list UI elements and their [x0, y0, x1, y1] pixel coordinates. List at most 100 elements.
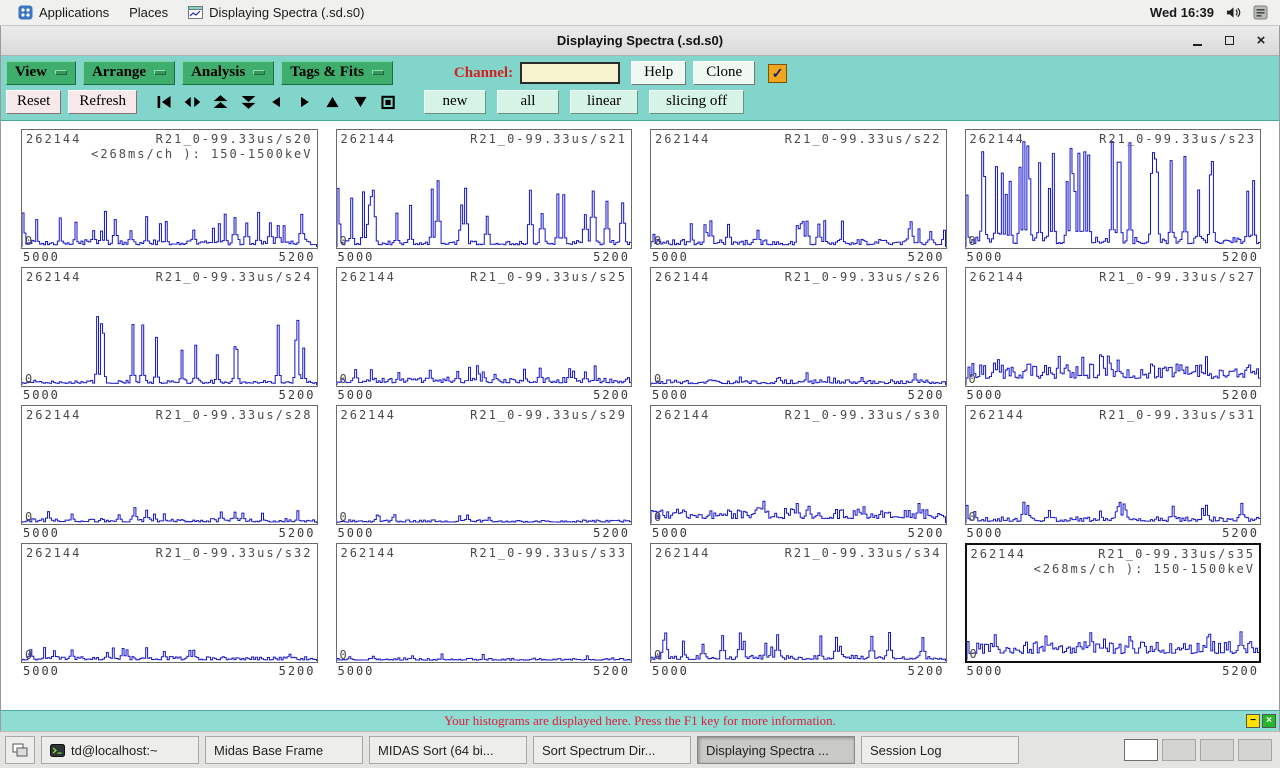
- plot-cell: 262144R21_0-99.33us/s30050005200: [650, 405, 947, 541]
- plot-counts-label: 262144: [970, 132, 1025, 146]
- plot-axis-row: 50005200: [965, 387, 1262, 403]
- close-button[interactable]: ×: [1253, 33, 1269, 49]
- axis-min-label: 5000: [967, 250, 1004, 265]
- plot-zero-label: 0: [25, 234, 32, 248]
- mode-buttons: newall linear slicing off: [424, 90, 744, 114]
- plot-title: R21_0-99.33us/s22: [785, 132, 942, 146]
- plots-grid: 262144R21_0-99.33us/s20<268ms/ch ): 150-…: [1, 121, 1279, 710]
- status-minimize-button[interactable]: −: [1246, 714, 1260, 728]
- spectrum-plot-s20[interactable]: 262144R21_0-99.33us/s20<268ms/ch ): 150-…: [21, 129, 318, 249]
- plot-axis-row: 50005200: [965, 249, 1262, 265]
- taskbar-item-label: td@localhost:~: [71, 743, 158, 758]
- plot-title: R21_0-99.33us/s29: [470, 408, 627, 422]
- all-button[interactable]: all: [497, 90, 559, 114]
- menu-view-button[interactable]: View: [6, 61, 76, 85]
- axis-max-label: 5200: [908, 664, 945, 679]
- status-close-button[interactable]: ×: [1262, 714, 1276, 728]
- plot-cell: 262144R21_0-99.33us/s27050005200: [965, 267, 1262, 403]
- nav-page-down-button[interactable]: [236, 92, 261, 112]
- spectrum-plot-s27[interactable]: 262144R21_0-99.33us/s270: [965, 267, 1262, 387]
- workspace-3[interactable]: [1200, 739, 1234, 761]
- channel-input[interactable]: [520, 62, 620, 84]
- taskbar-item-td-localhost[interactable]: td@localhost:~: [41, 736, 199, 764]
- places-menu[interactable]: Places: [119, 0, 178, 25]
- clone-button[interactable]: Clone: [693, 61, 755, 85]
- nav-up-button[interactable]: [320, 92, 345, 112]
- plot-axis-row: 50005200: [965, 525, 1262, 541]
- menu-analysis-button[interactable]: Analysis: [182, 61, 274, 85]
- applications-menu[interactable]: Applications: [8, 0, 119, 25]
- spectrum-trace: [22, 544, 317, 662]
- nav-page-up-button[interactable]: [208, 92, 233, 112]
- taskbar-item-midas-base-frame[interactable]: Midas Base Frame: [205, 736, 363, 764]
- plot-title: R21_0-99.33us/s34: [785, 546, 942, 560]
- spectrum-plot-s28[interactable]: 262144R21_0-99.33us/s280: [21, 405, 318, 525]
- workspace-2[interactable]: [1162, 739, 1196, 761]
- nav-expand-horizontal-button[interactable]: [180, 92, 205, 112]
- spectrum-plot-s26[interactable]: 262144R21_0-99.33us/s260: [650, 267, 947, 387]
- nav-first-button[interactable]: [152, 92, 177, 112]
- spectrum-plot-s21[interactable]: 262144R21_0-99.33us/s210: [336, 129, 633, 249]
- plot-cell: 262144R21_0-99.33us/s28050005200: [21, 405, 318, 541]
- minimize-icon: [1193, 44, 1202, 46]
- nav-right-button[interactable]: [292, 92, 317, 112]
- spectrum-plot-s32[interactable]: 262144R21_0-99.33us/s320: [21, 543, 318, 663]
- axis-min-label: 5000: [23, 664, 60, 679]
- nav-stop-button[interactable]: [376, 92, 401, 112]
- toolbar-checkbox[interactable]: ✓: [768, 64, 787, 83]
- nav-down-button[interactable]: [348, 92, 373, 112]
- axis-min-label: 5000: [23, 526, 60, 541]
- slicing-off-button[interactable]: slicing off: [649, 90, 744, 114]
- linear-button[interactable]: linear: [570, 90, 638, 114]
- plot-axis-row: 50005200: [21, 663, 318, 679]
- plot-axis-row: 50005200: [650, 387, 947, 403]
- refresh-button[interactable]: Refresh: [68, 90, 137, 114]
- plot-counts-label: 262144: [655, 270, 710, 284]
- spectrum-plot-s25[interactable]: 262144R21_0-99.33us/s250: [336, 267, 633, 387]
- plot-axis-row: 50005200: [21, 249, 318, 265]
- maximize-button[interactable]: [1221, 33, 1237, 49]
- spectrum-plot-s35[interactable]: 262144R21_0-99.33us/s35<268ms/ch ): 150-…: [965, 543, 1262, 663]
- spectrum-plot-s29[interactable]: 262144R21_0-99.33us/s290: [336, 405, 633, 525]
- taskbar-item-midas-sort-64-bi[interactable]: MIDAS Sort (64 bi...: [369, 736, 527, 764]
- plot-axis-row: 50005200: [650, 525, 947, 541]
- spectrum-plot-s24[interactable]: 262144R21_0-99.33us/s240: [21, 267, 318, 387]
- workspace-1[interactable]: [1124, 739, 1158, 761]
- reset-button[interactable]: Reset: [6, 90, 61, 114]
- spectrum-trace: [966, 130, 1261, 248]
- notification-applet-icon[interactable]: [1253, 5, 1268, 20]
- plot-axis-row: 50005200: [650, 249, 947, 265]
- spectrum-plot-s23[interactable]: 262144R21_0-99.33us/s230: [965, 129, 1262, 249]
- taskbar-item-sort-spectrum-dir[interactable]: Sort Spectrum Dir...: [533, 736, 691, 764]
- menu-tags-fits-button[interactable]: Tags & Fits: [281, 61, 393, 85]
- nav-left-button[interactable]: [264, 92, 289, 112]
- volume-icon[interactable]: [1226, 5, 1241, 20]
- spectrum-plot-s30[interactable]: 262144R21_0-99.33us/s300: [650, 405, 947, 525]
- app-window: Displaying Spectra (.sd.s0) × View Arrang…: [0, 26, 1280, 731]
- spectrum-plot-s33[interactable]: 262144R21_0-99.33us/s330: [336, 543, 633, 663]
- plot-cell: 262144R21_0-99.33us/s24050005200: [21, 267, 318, 403]
- taskbar-item-session-log[interactable]: Session Log: [861, 736, 1019, 764]
- workspace-4[interactable]: [1238, 739, 1272, 761]
- plot-counts-label: 262144: [655, 546, 710, 560]
- taskbar-item-displaying-spectra[interactable]: Displaying Spectra ...: [697, 736, 855, 764]
- plot-title: R21_0-99.33us/s25: [470, 270, 627, 284]
- plot-counts-label: 262144: [970, 408, 1025, 422]
- new-button[interactable]: new: [424, 90, 486, 114]
- spectrum-trace: [22, 406, 317, 524]
- plot-cell: 262144R21_0-99.33us/s31050005200: [965, 405, 1262, 541]
- menu-arrange-button[interactable]: Arrange: [83, 61, 175, 85]
- show-desktop-button[interactable]: [5, 736, 35, 764]
- spectrum-plot-s31[interactable]: 262144R21_0-99.33us/s310: [965, 405, 1262, 525]
- panel-status-area: Wed 16:39: [1150, 5, 1272, 20]
- panel-task-entry[interactable]: Displaying Spectra (.sd.s0): [178, 0, 374, 25]
- help-button[interactable]: Help: [631, 61, 686, 85]
- spectrum-plot-s22[interactable]: 262144R21_0-99.33us/s220: [650, 129, 947, 249]
- minimize-button[interactable]: [1189, 33, 1205, 49]
- axis-max-label: 5200: [1222, 526, 1259, 541]
- titlebar[interactable]: Displaying Spectra (.sd.s0) ×: [1, 26, 1279, 56]
- plot-zero-label: 0: [654, 372, 661, 386]
- plot-counts-label: 262144: [655, 132, 710, 146]
- right-icon: [295, 94, 314, 110]
- spectrum-plot-s34[interactable]: 262144R21_0-99.33us/s340: [650, 543, 947, 663]
